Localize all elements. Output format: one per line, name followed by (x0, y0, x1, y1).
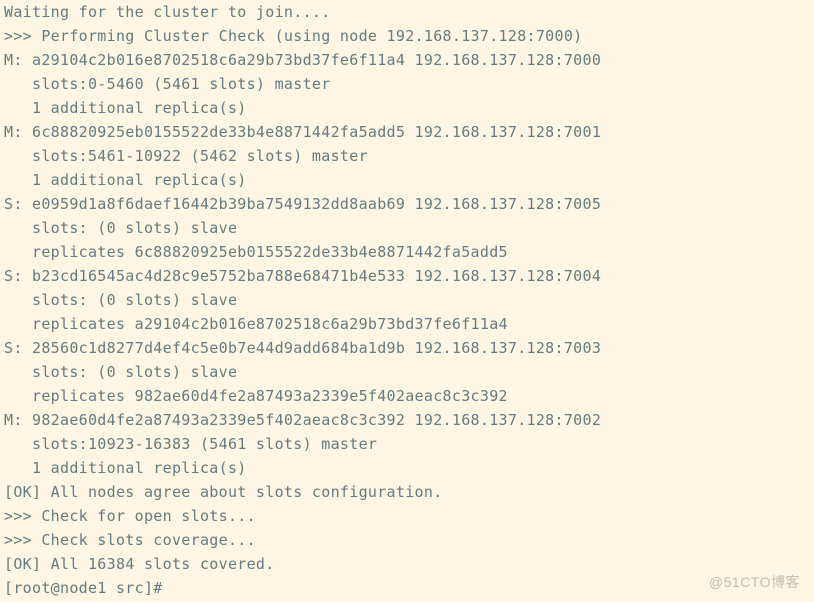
terminal-output[interactable]: Waiting for the cluster to join.... >>> … (0, 0, 814, 600)
terminal-line: >>> Check for open slots... (4, 507, 256, 525)
terminal-line: M: 982ae60d4fe2a87493a2339e5f402aeac8c3c… (4, 411, 601, 429)
terminal-line: slots:0-5460 (5461 slots) master (4, 75, 331, 93)
terminal-line: M: a29104c2b016e8702518c6a29b73bd37fe6f1… (4, 51, 601, 69)
terminal-line: S: e0959d1a8f6daef16442b39ba7549132dd8aa… (4, 195, 601, 213)
terminal-line: M: 6c88820925eb0155522de33b4e8871442fa5a… (4, 123, 601, 141)
terminal-line: slots: (0 slots) slave (4, 291, 237, 309)
terminal-line: replicates a29104c2b016e8702518c6a29b73b… (4, 315, 508, 333)
terminal-line: >>> Check slots coverage... (4, 531, 256, 549)
terminal-line: slots: (0 slots) slave (4, 219, 237, 237)
terminal-line: slots:5461-10922 (5462 slots) master (4, 147, 368, 165)
terminal-line: 1 additional replica(s) (4, 99, 247, 117)
terminal-line: 1 additional replica(s) (4, 171, 247, 189)
terminal-line: [OK] All nodes agree about slots configu… (4, 483, 443, 501)
terminal-line: S: b23cd16545ac4d28c9e5752ba788e68471b4e… (4, 267, 601, 285)
terminal-line: 1 additional replica(s) (4, 459, 247, 477)
terminal-line: slots: (0 slots) slave (4, 363, 237, 381)
terminal-line: replicates 982ae60d4fe2a87493a2339e5f402… (4, 387, 508, 405)
terminal-line: slots:10923-16383 (5461 slots) master (4, 435, 377, 453)
terminal-line: [root@node1 src]# (4, 579, 172, 597)
terminal-line: replicates 6c88820925eb0155522de33b4e887… (4, 243, 508, 261)
terminal-line: Waiting for the cluster to join.... (4, 3, 331, 21)
terminal-line: [OK] All 16384 slots covered. (4, 555, 275, 573)
terminal-line: S: 28560c1d8277d4ef4c5e0b7e44d9add684ba1… (4, 339, 601, 357)
terminal-line: >>> Performing Cluster Check (using node… (4, 27, 583, 45)
